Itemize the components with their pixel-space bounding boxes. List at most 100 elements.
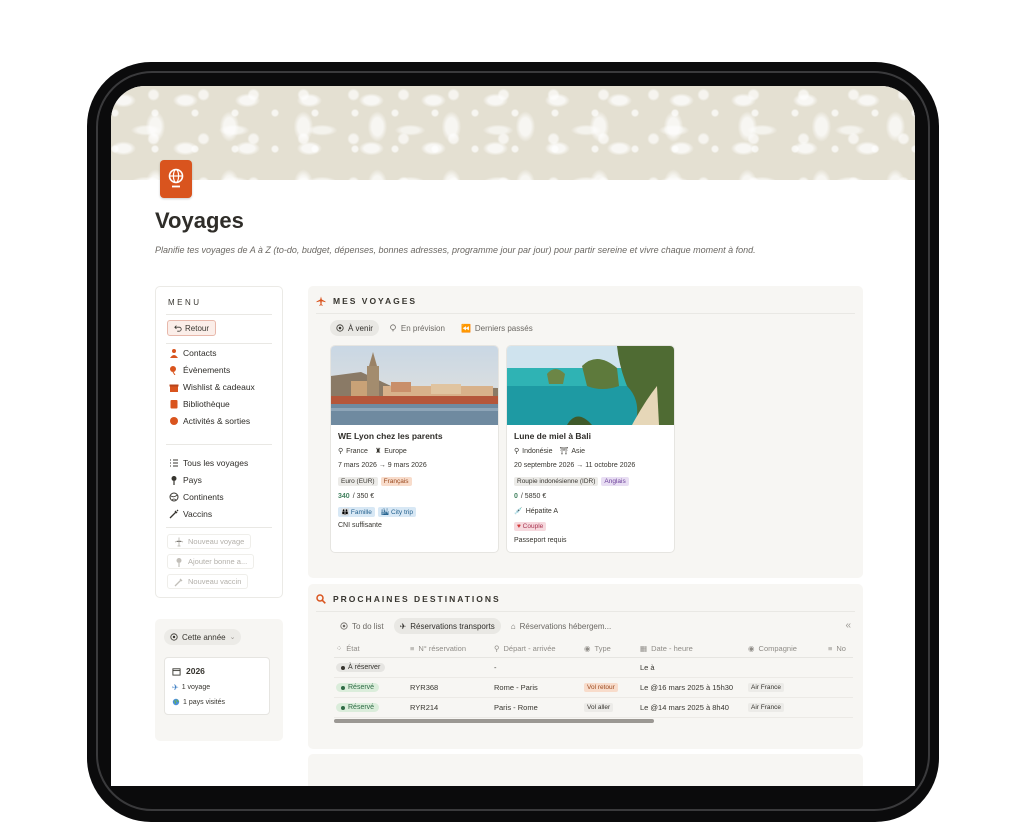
syringe-icon (174, 578, 183, 586)
table-row[interactable]: À réserver - Le à (334, 658, 853, 678)
column-label: Départ - arrivée (503, 644, 556, 653)
chevron-down-icon: ⌄ (229, 634, 236, 641)
budget-total: / 350 € (352, 493, 375, 500)
trip-card[interactable]: WE Lyon chez les parents ⚲ France ♜ Euro… (330, 345, 499, 553)
menu-item-activities[interactable]: Activités & sorties (169, 416, 250, 426)
year-trip-count: 1 voyage (181, 684, 211, 691)
table-row[interactable]: Réservé RYR214 Paris - Rome Vol aller Le… (334, 698, 853, 718)
pin-icon: ⚲ (338, 448, 344, 455)
trip-note: CNI suffisante (338, 522, 382, 529)
tab-transport[interactable]: ✈ Réservations transports (393, 618, 501, 634)
menu-item-label: Tous les voyages (183, 458, 249, 468)
calendar-icon (172, 667, 181, 676)
back-button[interactable]: Retour (167, 320, 217, 336)
trip-name: WE Lyon chez les parents (338, 431, 443, 441)
menu-item-all-trips[interactable]: Tous les voyages (169, 458, 248, 468)
new-vaccine-button[interactable]: Nouveau vaccin (167, 574, 249, 589)
route-cell: Paris - Rome (494, 703, 538, 712)
tab-label: Réservations hébergem... (519, 621, 612, 631)
add-address-button-label: Ajouter bonne a... (188, 557, 248, 566)
column-header[interactable]: ⁘ État (336, 640, 360, 657)
divider (166, 527, 272, 528)
language-tag: Français (380, 477, 412, 486)
column-header[interactable]: ◉ Type (584, 640, 611, 657)
menu-item-label: Wishlist & cadeaux (183, 382, 255, 392)
menu-item-events[interactable]: Évènements (169, 365, 230, 375)
collapse-tabs-button[interactable]: « (845, 620, 851, 631)
tab-planned[interactable]: En prévision (383, 320, 451, 336)
divider (166, 444, 272, 445)
pin-icon (171, 476, 177, 485)
column-header[interactable]: ≡ No (828, 640, 846, 657)
plane-icon: ✈ (399, 621, 407, 631)
castle-icon: ♜ (374, 448, 382, 455)
trip-note: Passeport requis (514, 537, 567, 544)
plane-icon (316, 296, 326, 306)
tab-upcoming[interactable]: À venir (330, 320, 379, 336)
menu-item-library[interactable]: Bibliothèque (169, 399, 230, 409)
activities-icon (170, 417, 178, 425)
passport-icon (160, 160, 192, 198)
table-header: ⁘ État ≡ N° réservation ⚲ Départ - arrivée … (334, 640, 853, 658)
year-panel: Cette année ⌄ 2026 ✈ 1 voyage 1 pays vis… (155, 619, 283, 741)
menu-panel: MENU Retour Contacts Évènements Wishlist… (155, 286, 283, 598)
plane-icon (174, 537, 184, 546)
status-badge: Réservé (336, 683, 380, 692)
menu-item-continents[interactable]: Continents (169, 492, 224, 502)
menu-item-vaccines[interactable]: Vaccins (169, 509, 212, 519)
contacts-icon (170, 349, 178, 358)
menu-item-countries[interactable]: Pays (169, 475, 202, 485)
trip-card[interactable]: Lune de miel à Bali ⚲ Indonésie ⛩ Asie 2… (506, 345, 675, 553)
column-header[interactable]: ▦ Date - heure (640, 640, 693, 657)
syringe-icon: 💉 (514, 508, 523, 515)
menu-item-label: Évènements (183, 365, 231, 375)
trip-budget: 340 / 350 € (338, 493, 374, 500)
bulb-icon (390, 324, 396, 332)
column-label: Date - heure (651, 644, 693, 653)
list-icon (170, 459, 178, 467)
language-tag: Anglais (601, 477, 629, 486)
heart-icon: ♥ (517, 523, 521, 530)
target-icon (340, 622, 348, 630)
trip-tags: ♥ Couple (514, 522, 547, 531)
column-header[interactable]: ◉ Compagnie (748, 640, 797, 657)
trip-cover-image (331, 346, 498, 425)
divider (316, 611, 855, 612)
next-destinations-title: PROCHAINES DESTINATIONS (333, 594, 501, 604)
menu-item-contacts[interactable]: Contacts (169, 348, 217, 358)
year-card-title: 2026 (186, 666, 205, 676)
trip-continent: Europe (384, 447, 407, 455)
new-trip-button[interactable]: Nouveau voyage (167, 534, 252, 549)
house-icon: ⌂ (510, 621, 516, 631)
column-header[interactable]: ⚲ Départ - arrivée (494, 640, 556, 657)
horizontal-scrollbar[interactable] (334, 719, 654, 723)
tab-accommodation[interactable]: ⌂ Réservations hébergem... (505, 618, 617, 634)
currency-tag: Roupie indonésienne (IDR) (514, 477, 599, 486)
next-section-panel (308, 754, 863, 786)
pin-icon: ⚲ (514, 448, 520, 455)
column-label: No (836, 644, 846, 653)
tab-todo[interactable]: To do list (334, 618, 390, 634)
next-destinations-header: PROCHAINES DESTINATIONS (316, 594, 501, 604)
menu-item-label: Bibliothèque (183, 399, 230, 409)
year-card[interactable]: 2026 ✈ 1 voyage 1 pays visités (164, 657, 270, 715)
column-header[interactable]: ≡ N° réservation (410, 640, 466, 657)
date-cell: Le à (640, 663, 655, 672)
trip-vaccine: 💉 Hépatite A (514, 507, 558, 516)
menu-item-wishlist[interactable]: Wishlist & cadeaux (169, 382, 255, 392)
add-address-button[interactable]: Ajouter bonne a... (167, 554, 255, 569)
city-icon: 🏙 (380, 509, 390, 516)
table-row[interactable]: Réservé RYR368 Rome - Paris Vol retour L… (334, 678, 853, 698)
tab-past[interactable]: ⏪ Derniers passés (455, 320, 539, 336)
new-vaccine-button-label: Nouveau vaccin (188, 577, 242, 586)
budget-spent: 0 (514, 493, 518, 500)
year-country-count: 1 pays visités (183, 698, 226, 706)
trip-country: France (346, 447, 368, 455)
target-icon (336, 324, 344, 332)
events-icon (170, 366, 176, 375)
back-button-label: Retour (185, 323, 210, 333)
page-description: Planifie tes voyages de A à Z (to-do, bu… (155, 245, 756, 255)
pin-icon: ⚲ (494, 644, 500, 653)
year-filter-dropdown[interactable]: Cette année ⌄ (164, 629, 242, 645)
screen: Voyages Planifie tes voyages de A à Z (t… (111, 86, 915, 786)
